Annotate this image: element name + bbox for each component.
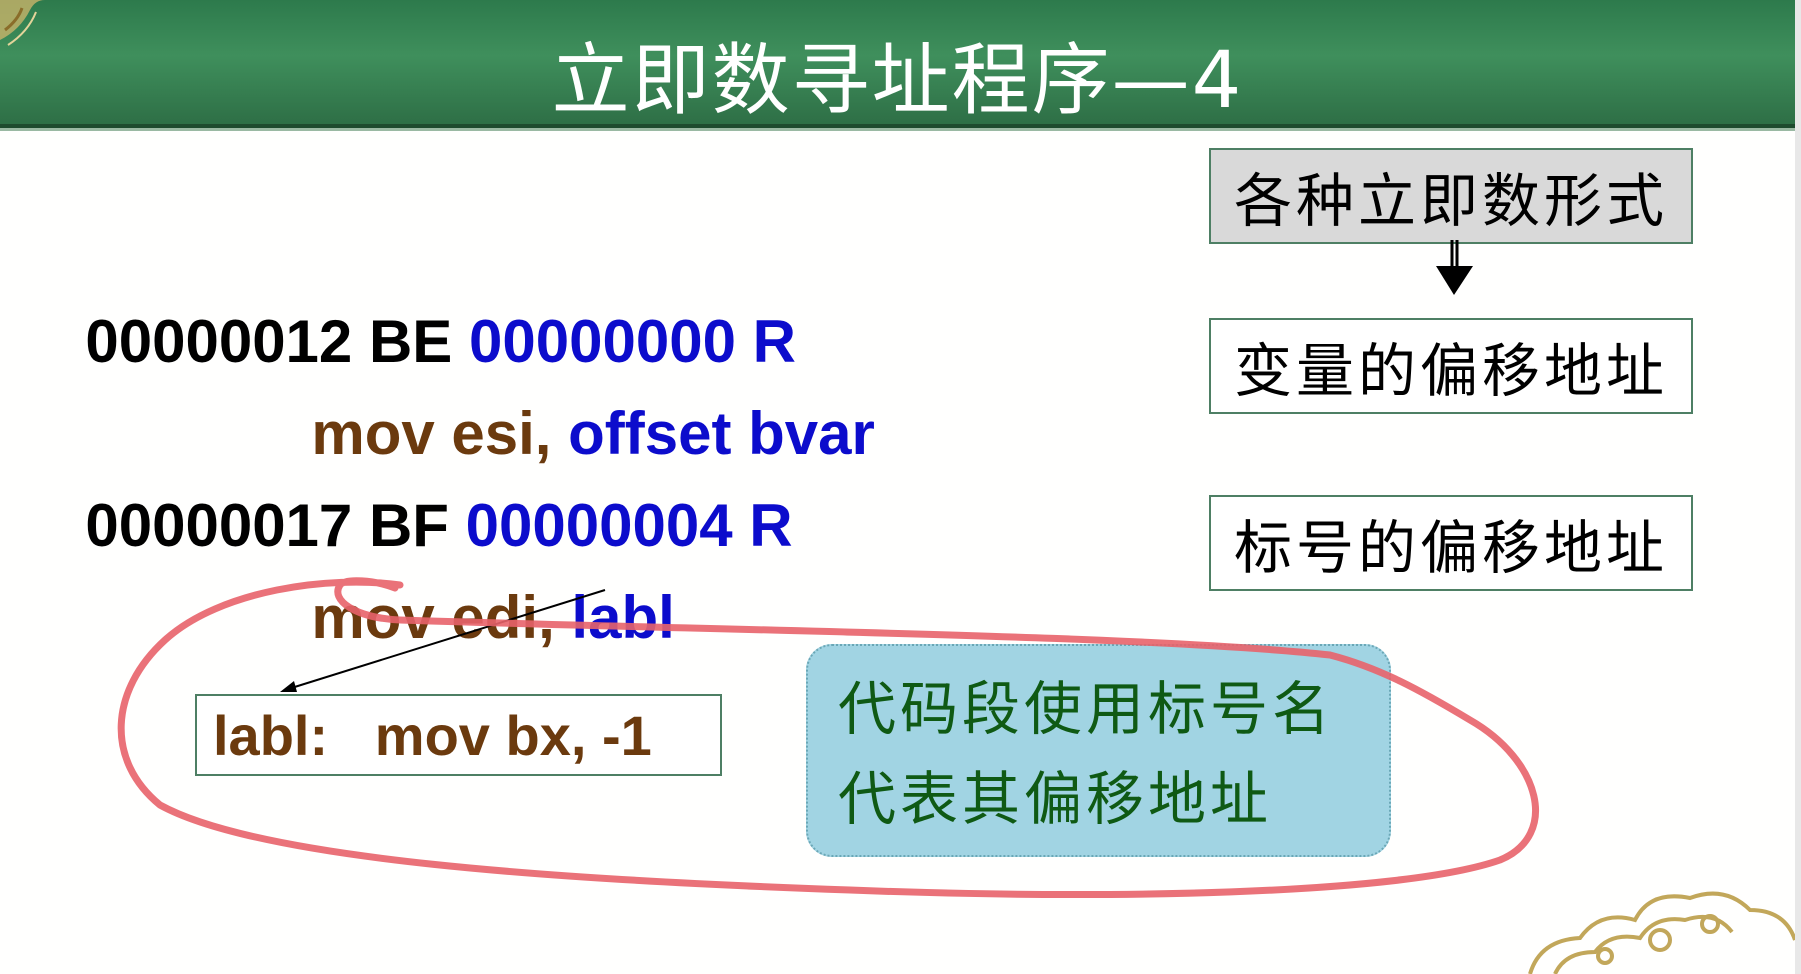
pointer-arrow-icon <box>280 589 606 692</box>
annotation-overlay <box>117 240 1540 899</box>
cloud-ornament-icon <box>1528 891 1795 974</box>
down-arrow-icon <box>1436 240 1473 295</box>
red-ink-circle <box>117 577 1540 899</box>
